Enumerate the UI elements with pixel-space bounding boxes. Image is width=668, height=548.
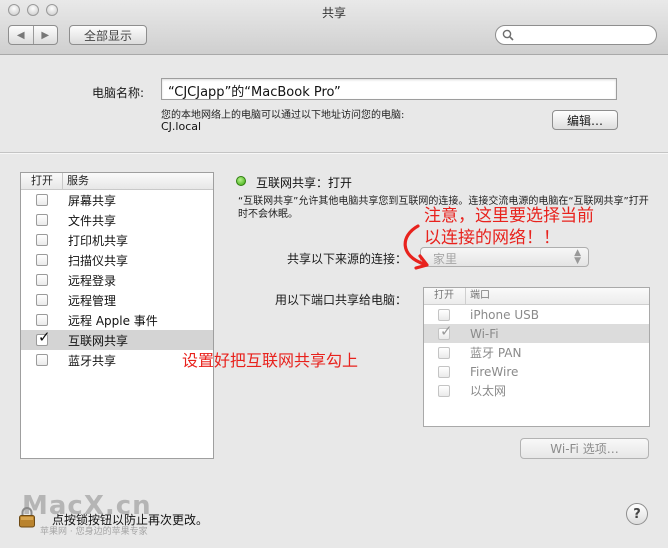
search-icon	[502, 29, 514, 41]
service-checkbox[interactable]	[36, 314, 48, 326]
service-row[interactable]: 远程登录	[21, 270, 213, 290]
back-button[interactable]: ◀	[9, 26, 33, 44]
section-divider	[0, 152, 668, 154]
service-label: 打印机共享	[68, 233, 129, 248]
share-to-label: 用以下端口共享给电脑：	[275, 293, 408, 307]
access-note: 您的本地网络上的电脑可以通过以下地址访问您的电脑:	[161, 110, 405, 121]
share-from-label: 共享以下来源的连接：	[287, 252, 408, 266]
service-label: 互联网共享	[68, 333, 129, 348]
service-checkbox[interactable]	[36, 254, 48, 266]
computer-name-field[interactable]: “CJCJapp”的“MacBook Pro”	[161, 78, 617, 100]
service-label: 扫描仪共享	[68, 253, 129, 268]
lock-instruction: 点按锁按钮以防止再次更改。	[52, 513, 209, 527]
port-checkbox[interactable]	[438, 365, 450, 378]
port-label: 蓝牙 PAN	[470, 346, 522, 360]
checkmark-icon: ✓	[440, 321, 453, 340]
annotation-arrow-icon	[403, 224, 429, 270]
services-list: 打开 服务 屏幕共享文件共享打印机共享扫描仪共享远程登录远程管理远程 Apple…	[20, 172, 214, 459]
nav-back-forward: ◀ ▶	[8, 25, 58, 45]
port-checkbox[interactable]: ✓	[438, 323, 453, 340]
port-label: iPhone USB	[470, 307, 539, 322]
service-checkbox[interactable]	[36, 234, 48, 246]
window-titlebar: 共享 ◀ ▶ 全部显示	[0, 0, 668, 55]
ports-col-on-header[interactable]: 打开	[424, 288, 466, 304]
service-label: 远程 Apple 事件	[68, 313, 158, 328]
edit-button[interactable]: 编辑…	[552, 110, 618, 130]
service-checkbox[interactable]	[36, 294, 48, 306]
port-label: FireWire	[470, 364, 519, 379]
computer-name-label: 电脑名称:	[92, 86, 145, 100]
service-row[interactable]: 扫描仪共享	[21, 250, 213, 270]
service-label: 屏幕共享	[68, 193, 117, 208]
checkmark-icon: ✓	[38, 328, 51, 346]
wifi-options-button[interactable]: Wi-Fi 选项…	[520, 438, 649, 459]
forward-button[interactable]: ▶	[32, 26, 58, 44]
annotation-line: 注意，这里要选择当前	[424, 206, 594, 226]
service-checkbox[interactable]	[36, 194, 48, 206]
port-row[interactable]: 以太网	[424, 381, 649, 400]
window-title: 共享	[321, 6, 346, 20]
status-on-indicator	[236, 176, 246, 186]
port-checkbox[interactable]	[438, 308, 450, 321]
service-row[interactable]: 远程 Apple 事件	[21, 310, 213, 330]
port-label: Wi-Fi	[470, 326, 499, 341]
service-row[interactable]: 文件共享	[21, 210, 213, 230]
chevron-left-icon: ◀	[16, 29, 25, 41]
ports-list: 打开 端口 iPhone USB ✓ Wi-Fi 蓝牙 PAN FireWire 以太网	[423, 287, 650, 427]
service-row[interactable]: 屏幕共享	[21, 190, 213, 210]
ports-header: 打开 端口	[424, 288, 649, 305]
port-label: 以太网	[470, 384, 507, 398]
sharing-status: 互联网共享：打开	[256, 176, 353, 190]
port-row[interactable]: 蓝牙 PAN	[424, 343, 649, 362]
service-label: 文件共享	[68, 213, 117, 228]
service-checkbox[interactable]: ✓	[36, 330, 51, 346]
col-service-header[interactable]: 服务	[63, 173, 89, 189]
share-from-value: 家里	[433, 252, 458, 266]
service-checkbox[interactable]	[36, 214, 48, 226]
service-checkbox[interactable]	[36, 274, 48, 286]
share-from-select[interactable]: 家里 ▲ ▼	[420, 247, 589, 267]
help-button[interactable]: ?	[626, 503, 648, 525]
service-row[interactable]: 打印机共享	[21, 230, 213, 250]
port-row[interactable]: FireWire	[424, 362, 649, 381]
port-row[interactable]: ✓ Wi-Fi	[424, 323, 649, 343]
annotation-check-sharing: 设置好把互联网共享勾上	[182, 351, 359, 370]
service-row[interactable]: 远程管理	[21, 290, 213, 310]
show-all-button[interactable]: 全部显示	[69, 25, 147, 45]
port-checkbox[interactable]	[438, 346, 450, 359]
local-hostname: CJ.local	[161, 120, 202, 133]
search-input[interactable]	[495, 25, 657, 45]
port-checkbox[interactable]	[438, 384, 450, 397]
service-checkbox[interactable]	[36, 354, 48, 366]
col-on-header[interactable]: 打开	[21, 173, 63, 189]
updown-arrows-icon: ▲ ▼	[574, 248, 581, 266]
service-label: 蓝牙共享	[68, 353, 117, 368]
annotation-select-network: 注意，这里要选择当前 以连接的网络！！	[424, 205, 594, 249]
annotation-line: 以连接的网络！！	[424, 228, 560, 248]
service-label: 远程登录	[68, 273, 117, 288]
service-label: 远程管理	[68, 293, 117, 308]
port-row[interactable]: iPhone USB	[424, 305, 649, 324]
question-mark-icon: ?	[633, 506, 641, 522]
lock-icon[interactable]	[18, 506, 36, 528]
chevron-right-icon: ▶	[41, 29, 50, 41]
services-header: 打开 服务	[21, 173, 213, 190]
ports-col-port-header[interactable]: 端口	[466, 288, 490, 304]
